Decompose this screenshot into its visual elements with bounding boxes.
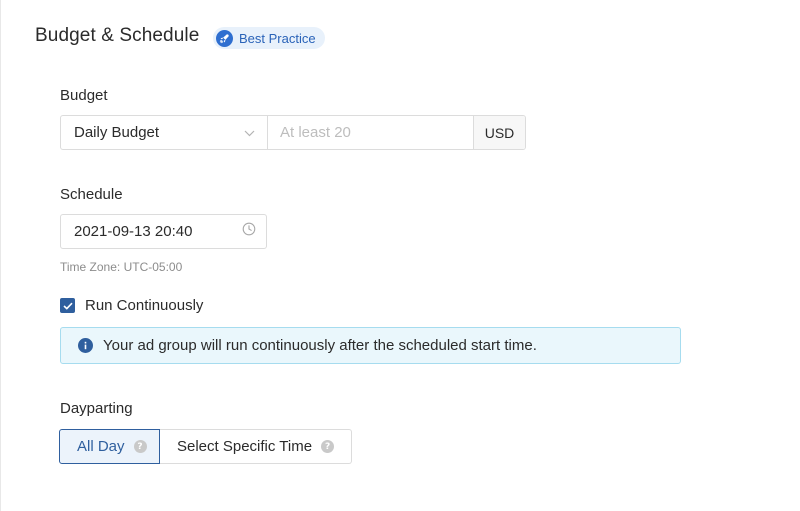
- chevron-down-icon: [244, 124, 255, 142]
- budget-label: Budget: [60, 87, 108, 104]
- info-alert: Your ad group will run continuously afte…: [60, 327, 681, 364]
- budget-type-select[interactable]: Daily Budget: [61, 116, 268, 149]
- currency-addon: USD: [474, 116, 525, 149]
- option-label: Select Specific Time: [177, 438, 313, 455]
- section-title: Budget & Schedule: [35, 25, 200, 46]
- best-practice-label: Best Practice: [239, 30, 316, 46]
- schedule-label: Schedule: [60, 186, 123, 203]
- option-label: All Day: [77, 438, 125, 455]
- budget-type-value: Daily Budget: [74, 124, 160, 141]
- start-datetime-value: 2021-09-13 20:40: [74, 223, 193, 240]
- best-practice-badge[interactable]: Best Practice: [213, 27, 325, 49]
- run-continuously-checkbox[interactable]: [60, 298, 75, 313]
- rocket-icon: [216, 29, 233, 47]
- budget-amount-input[interactable]: [268, 116, 474, 149]
- run-continuously-label[interactable]: Run Continuously: [85, 297, 203, 314]
- help-icon[interactable]: ?: [321, 440, 335, 453]
- timezone-text: Time Zone: UTC-05:00: [60, 260, 183, 274]
- budget-input-group: Daily Budget USD: [60, 115, 526, 150]
- dayparting-toggle: All Day ? Select Specific Time ?: [59, 429, 352, 464]
- info-message: Your ad group will run continuously afte…: [103, 337, 537, 354]
- dayparting-option-specific-time[interactable]: Select Specific Time ?: [160, 429, 352, 464]
- checkmark-icon: [62, 297, 73, 315]
- start-datetime-picker[interactable]: 2021-09-13 20:40: [60, 214, 267, 249]
- help-icon[interactable]: ?: [133, 440, 147, 453]
- clock-icon: [242, 222, 256, 241]
- dayparting-option-all-day[interactable]: All Day ?: [59, 429, 160, 464]
- budget-schedule-section: Budget & Schedule Best Practice Budget D…: [0, 0, 800, 511]
- info-icon: [78, 338, 93, 353]
- dayparting-label: Dayparting: [60, 400, 133, 417]
